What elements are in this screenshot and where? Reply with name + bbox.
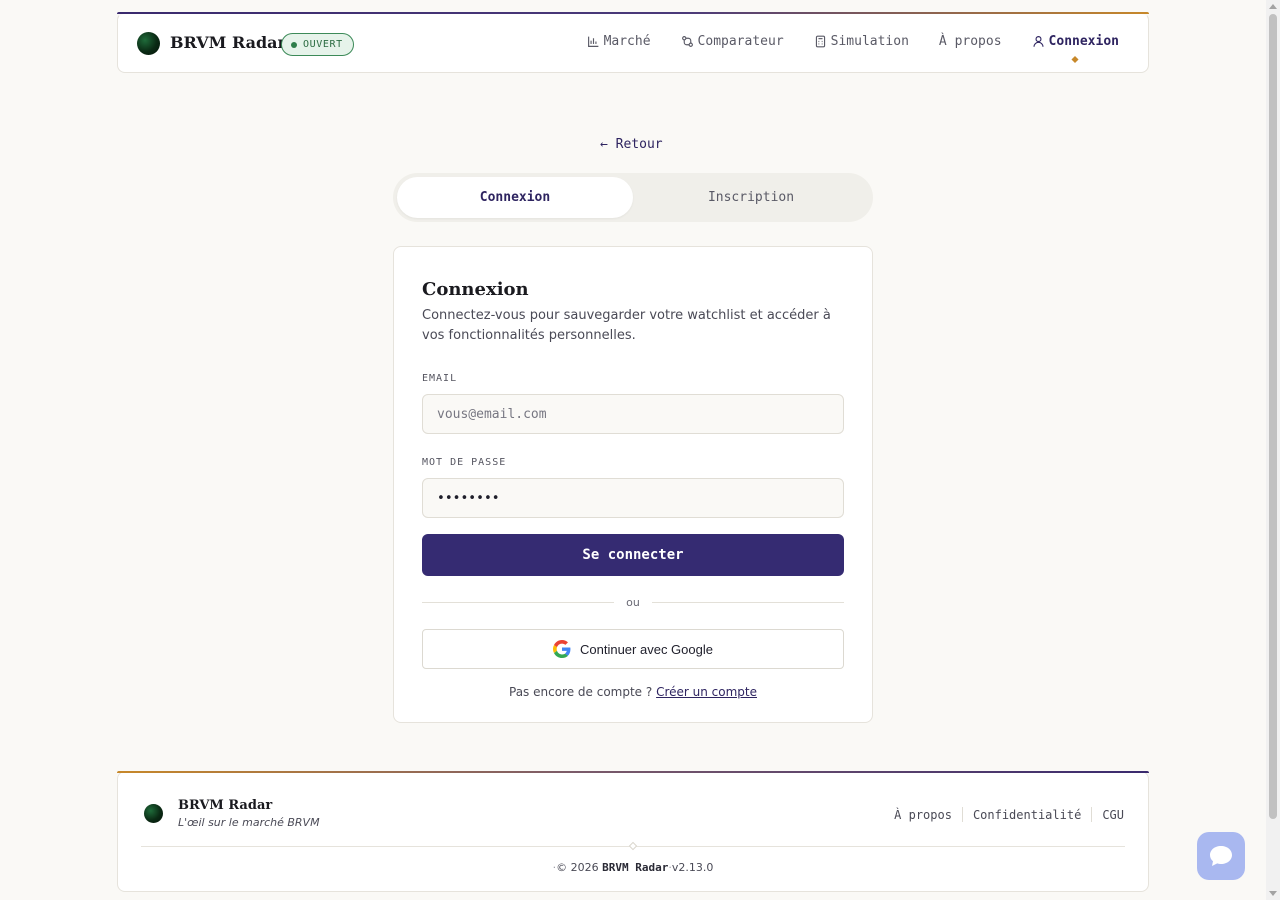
copyright-brand: BRVM Radar <box>602 861 669 874</box>
main-nav: Marché Comparateur Simulation À propos C… <box>587 34 1119 64</box>
nav-item-marche[interactable]: Marché <box>587 34 651 49</box>
back-link[interactable]: ← Retour <box>600 137 663 152</box>
create-account-link[interactable]: Créer un compte <box>656 685 757 699</box>
footer-brand: BRVM Radar <box>178 798 273 813</box>
google-icon <box>553 640 571 658</box>
scrollbar-thumb[interactable] <box>1269 14 1277 819</box>
nav-item-label: Simulation <box>830 34 909 49</box>
nav-item-label: À propos <box>938 34 1002 49</box>
google-signin-button[interactable]: Continuer avec Google <box>422 629 844 669</box>
password-input[interactable] <box>422 478 844 518</box>
or-divider: ou <box>422 596 845 609</box>
footer-logo-icon <box>144 804 163 823</box>
footer-link-a-propos[interactable]: À propos <box>894 808 952 822</box>
footer-tagline: L'œil sur le marché BRVM <box>178 816 320 829</box>
market-status-label: OUVERT <box>303 39 343 50</box>
password-field-group: MOT DE PASSE <box>422 450 844 518</box>
scroll-down-arrow-icon[interactable] <box>1269 891 1277 896</box>
chat-bubble-icon <box>1210 846 1232 866</box>
user-icon <box>1033 36 1044 47</box>
chat-widget-button[interactable] <box>1197 832 1245 880</box>
divider-line <box>422 602 615 603</box>
tab-connexion[interactable]: Connexion <box>397 177 633 218</box>
nav-item-label: Marché <box>603 34 651 49</box>
nav-item-connexion[interactable]: Connexion <box>1032 34 1119 64</box>
auth-tabs: Connexion Inscription <box>393 173 873 222</box>
footer-divider <box>141 841 1125 851</box>
copyright-text: © 2026 <box>556 861 599 874</box>
divider-label: ou <box>626 596 640 609</box>
nav-item-a-propos[interactable]: À propos <box>939 34 1002 49</box>
bar-chart-icon <box>587 36 598 47</box>
status-dot-icon <box>291 41 297 48</box>
footer: BRVM Radar L'œil sur le marché BRVM À pr… <box>117 771 1149 892</box>
page-scrollbar[interactable] <box>1266 0 1280 900</box>
footer-divider-diamond <box>628 841 638 851</box>
footer-links: À propos Confidentialité CGU <box>894 807 1124 822</box>
signup-prompt: Pas encore de compte ? Créer un compte <box>422 685 844 699</box>
footer-link-confidentialite[interactable]: Confidentialité <box>973 808 1081 822</box>
footer-copyright: ·© 2026 BRVM Radar·v2.13.0 <box>552 861 714 874</box>
top-navbar: BRVM Radar OUVERT Marché Comparateur Sim… <box>117 12 1149 73</box>
card-title: Connexion <box>422 279 529 300</box>
tab-inscription[interactable]: Inscription <box>633 177 869 218</box>
card-description: Connectez-vous pour sauvegarder votre wa… <box>422 308 831 343</box>
email-input[interactable] <box>422 394 844 434</box>
email-field-group: EMAIL <box>422 366 844 434</box>
password-label: MOT DE PASSE <box>422 457 507 468</box>
no-account-text: Pas encore de compte ? <box>509 685 653 699</box>
compare-icon <box>681 36 693 47</box>
google-button-label: Continuer avec Google <box>580 641 713 657</box>
scroll-up-arrow-icon[interactable] <box>1269 4 1277 9</box>
nav-item-simulation[interactable]: Simulation <box>814 34 909 49</box>
nav-item-label: Comparateur <box>697 34 784 49</box>
nav-item-comparateur[interactable]: Comparateur <box>681 34 784 49</box>
footer-link-separator <box>961 807 963 822</box>
login-submit-button[interactable]: Se connecter <box>422 534 844 576</box>
divider-line <box>651 602 845 603</box>
nav-item-label: Connexion <box>1048 34 1119 49</box>
active-indicator <box>1071 55 1079 64</box>
login-card: Connexion Connectez-vous pour sauvegarde… <box>393 246 873 723</box>
footer-link-cgu[interactable]: CGU <box>1102 808 1124 822</box>
app-version: v2.13.0 <box>671 861 714 874</box>
logo-icon[interactable] <box>137 32 160 55</box>
email-label: EMAIL <box>422 373 458 384</box>
calculator-icon <box>815 35 825 48</box>
market-status-badge: OUVERT <box>281 33 354 56</box>
footer-link-separator <box>1091 807 1093 822</box>
brand-name[interactable]: BRVM Radar <box>170 33 286 52</box>
